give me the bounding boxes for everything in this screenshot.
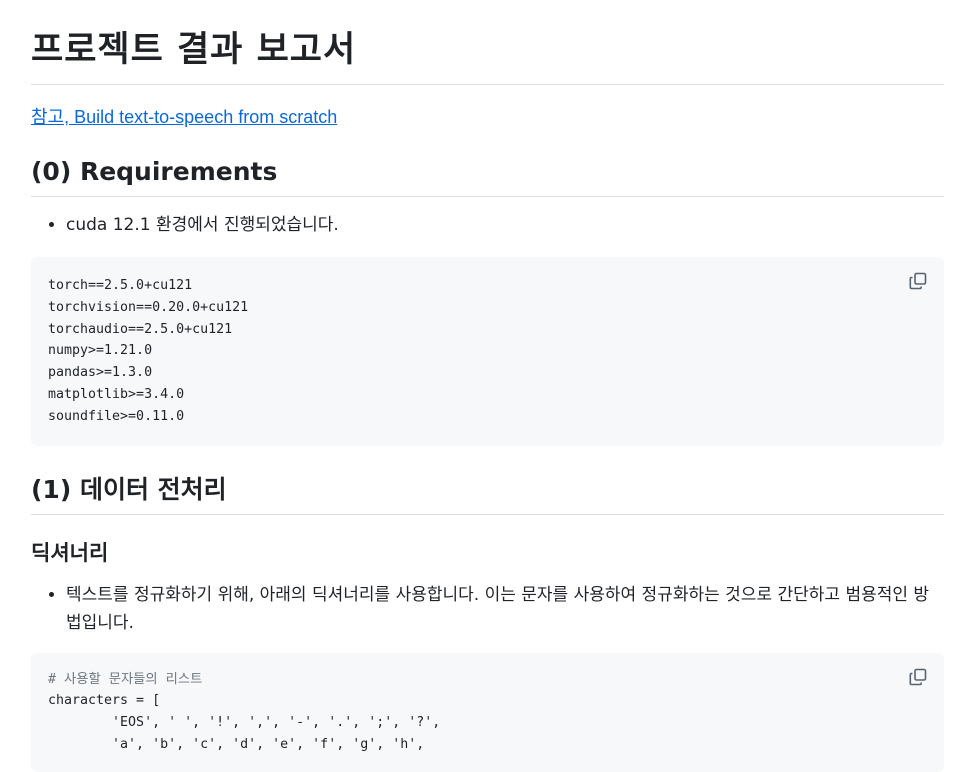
code-comment: # 사용할 문자들의 리스트 [48,671,203,687]
markdown-body: 프로젝트 결과 보고서 참고, Build text-to-speech fro… [31,0,944,772]
code-line: torchvision==0.20.0+cu121 [48,299,249,315]
code-line: 'EOS', ' ', '!', ',', '-', '.', ';', '?'… [48,715,441,731]
copy-button[interactable] [908,667,928,687]
dictionary-list: 텍스트를 정규화하기 위해, 아래의 딕셔너리를 사용합니다. 이는 문자를 사… [31,581,944,637]
code-line: matplotlib>=3.4.0 [48,386,185,402]
requirements-list: cuda 12.1 환경에서 진행되었습니다. [31,211,944,239]
code-line: soundfile>=0.11.0 [48,408,185,424]
code-line: numpy>=1.21.0 [48,343,153,359]
copy-icon [909,272,927,290]
code-line: torchaudio==2.5.0+cu121 [48,321,233,337]
subsection-heading-dictionary: 딕셔너리 [31,540,109,565]
code-line: 'a', 'b', 'c', 'd', 'e', 'f', 'g', 'h', [48,736,425,752]
section-heading-requirements: (0) Requirements [31,156,944,197]
code-line: pandas>=1.3.0 [48,365,153,381]
copy-icon [909,668,927,685]
code-line: characters = [ [48,693,161,709]
dictionary-code-block: # 사용할 문자들의 리스트 characters = [ 'EOS', ' '… [31,652,944,772]
section-heading-preprocessing: (1) 데이터 전처리 [31,474,944,515]
page-title: 프로젝트 결과 보고서 [31,0,944,85]
copy-button[interactable] [908,271,928,291]
list-item: cuda 12.1 환경에서 진행되었습니다. [66,211,944,239]
code-line: torch==2.5.0+cu121 [48,278,193,293]
list-item: 텍스트를 정규화하기 위해, 아래의 딕셔너리를 사용합니다. 이는 문자를 사… [66,581,944,637]
reference-link[interactable]: 참고, Build text-to-speech from scratch [31,104,337,130]
requirements-code-block: torch==2.5.0+cu121 torchvision==0.20.0+c… [31,257,944,446]
